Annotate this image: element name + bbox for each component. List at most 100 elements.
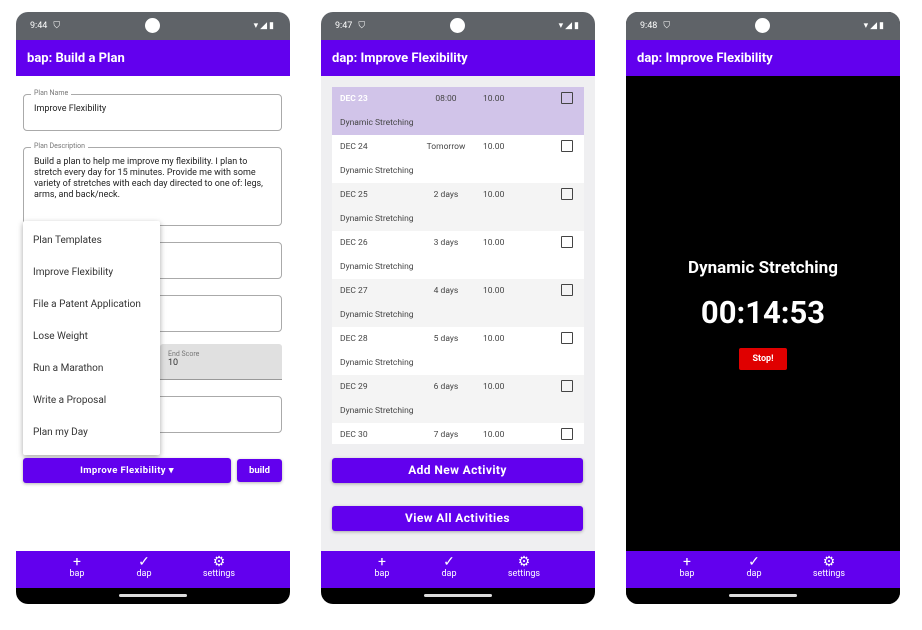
plan-description-label: Plan Description <box>31 142 88 150</box>
nav-settings[interactable]: ⚙ settings <box>799 555 859 579</box>
activity-date: DEC 25 <box>340 190 368 200</box>
bottom-nav: + bap ✓ dap ⚙ settings <box>16 551 290 588</box>
shield-icon: ⛉ <box>358 21 366 31</box>
activity-date: DEC 28 <box>340 334 368 344</box>
activity-row[interactable]: DEC 23 08:00 10.00 Dynamic Stretching <box>332 87 584 135</box>
activity-checkbox[interactable] <box>561 188 573 200</box>
template-dropdown-button[interactable]: Improve Flexibility ▾ <box>23 458 231 483</box>
activity-checkbox[interactable] <box>561 284 573 296</box>
activity-time: 5 days <box>433 334 459 344</box>
activity-score: 10.00 <box>483 142 505 152</box>
activity-name: Dynamic Stretching <box>340 214 414 224</box>
home-handle[interactable] <box>424 594 492 597</box>
plus-icon: + <box>73 554 81 570</box>
home-handle[interactable] <box>729 594 797 597</box>
activity-date: DEC 26 <box>340 238 368 248</box>
gear-icon: ⚙ <box>517 554 531 570</box>
shield-icon: ⛉ <box>663 21 671 31</box>
activity-time: 4 days <box>433 286 459 296</box>
gear-icon: ⚙ <box>822 554 836 570</box>
activity-time: 2 days <box>433 190 459 200</box>
status-bar: 9:47 ⛉ ▾◢▮ <box>321 12 595 40</box>
nav-settings[interactable]: ⚙ settings <box>189 555 249 579</box>
check-icon: ✓ <box>748 554 760 570</box>
app-bar-title: dap: Improve Flexibility <box>321 40 595 76</box>
end-score-label: End Score <box>168 350 200 358</box>
clock: 9:47 <box>335 21 353 31</box>
plan-templates-menu: Plan Templates Improve Flexibility File … <box>23 221 160 455</box>
nav-dap[interactable]: ✓ dap <box>419 555 479 579</box>
menu-item[interactable]: Plan Templates <box>23 225 160 257</box>
activity-row[interactable]: DEC 30 7 days 10.00 <box>332 423 584 444</box>
menu-item[interactable]: Improve Flexibility <box>23 257 160 289</box>
activity-row[interactable]: DEC 28 5 days 10.00 Dynamic Stretching <box>332 327 584 375</box>
activity-time: Tomorrow <box>426 142 466 152</box>
activity-row[interactable]: DEC 27 4 days 10.00 Dynamic Stretching <box>332 279 584 327</box>
activity-time: 08:00 <box>435 94 457 104</box>
system-nav <box>626 588 900 604</box>
activity-score: 10.00 <box>483 190 505 200</box>
activity-checkbox[interactable] <box>561 140 573 152</box>
nav-bap[interactable]: + bap <box>47 555 107 579</box>
check-icon: ✓ <box>138 554 150 570</box>
build-button[interactable]: build <box>237 459 282 482</box>
activity-name: Dynamic Stretching <box>340 358 414 368</box>
timer-countdown: 00:14:53 <box>700 294 826 331</box>
shield-icon: ⛉ <box>53 21 61 31</box>
activity-date: DEC 23 <box>340 94 368 104</box>
system-nav <box>321 588 595 604</box>
activity-time: 7 days <box>433 430 459 440</box>
activity-row[interactable]: DEC 26 3 days 10.00 Dynamic Stretching <box>332 231 584 279</box>
nav-settings[interactable]: ⚙ settings <box>494 555 554 579</box>
add-activity-button[interactable]: Add New Activity <box>332 458 583 483</box>
end-score-field[interactable]: End Score 10 <box>160 344 282 380</box>
gear-icon: ⚙ <box>212 554 226 570</box>
plan-description-value: Build a plan to help me improve my flexi… <box>34 157 263 200</box>
activity-name: Dynamic Stretching <box>340 262 414 272</box>
status-icons: ▾◢▮ <box>863 21 886 31</box>
activity-score: 10.00 <box>483 382 505 392</box>
activity-checkbox[interactable] <box>561 428 573 440</box>
menu-item[interactable]: Lose Weight <box>23 321 160 353</box>
nav-bap[interactable]: + bap <box>657 555 717 579</box>
activity-date: DEC 27 <box>340 286 368 296</box>
status-bar: 9:44 ⛉ ▾◢▮ <box>16 12 290 40</box>
activity-checkbox[interactable] <box>561 380 573 392</box>
activity-checkbox[interactable] <box>561 236 573 248</box>
end-score-value: 10 <box>168 358 179 368</box>
plan-name-value: Improve Flexibility <box>34 104 107 114</box>
activity-checkbox[interactable] <box>561 332 573 344</box>
activity-checkbox[interactable] <box>561 92 573 104</box>
activity-name: Dynamic Stretching <box>340 406 414 416</box>
activity-time: 3 days <box>433 238 459 248</box>
system-nav <box>16 588 290 604</box>
nav-dap[interactable]: ✓ dap <box>724 555 784 579</box>
plus-icon: + <box>683 554 691 570</box>
status-icons: ▾◢▮ <box>558 21 581 31</box>
menu-item[interactable]: Plan my Day <box>23 417 160 449</box>
plus-icon: + <box>378 554 386 570</box>
stop-button[interactable]: Stop! <box>739 348 787 370</box>
activity-date: DEC 29 <box>340 382 368 392</box>
nav-dap[interactable]: ✓ dap <box>114 555 174 579</box>
nav-bap[interactable]: + bap <box>352 555 412 579</box>
activity-name: Dynamic Stretching <box>340 166 414 176</box>
menu-item[interactable]: Write a Proposal <box>23 385 160 417</box>
home-handle[interactable] <box>119 594 187 597</box>
menu-item[interactable]: File a Patent Application <box>23 289 160 321</box>
activity-row[interactable]: DEC 24 Tomorrow 10.00 Dynamic Stretching <box>332 135 584 183</box>
activity-score: 10.00 <box>483 430 505 440</box>
activity-row[interactable]: DEC 29 6 days 10.00 Dynamic Stretching <box>332 375 584 423</box>
activity-name: Dynamic Stretching <box>340 118 414 128</box>
plan-description-field[interactable]: Plan Description Build a plan to help me … <box>23 142 282 226</box>
activity-date: DEC 30 <box>340 430 368 440</box>
activity-time: 6 days <box>433 382 459 392</box>
activity-row[interactable]: DEC 25 2 days 10.00 Dynamic Stretching <box>332 183 584 231</box>
view-all-activities-button[interactable]: View All Activities <box>332 506 583 531</box>
app-bar-title: bap: Build a Plan <box>16 40 290 76</box>
plan-name-field[interactable]: Plan Name Improve Flexibility <box>23 89 282 131</box>
phone-timer: 9:48 ⛉ ▾◢▮ dap: Improve Flexibility Dynami… <box>626 12 900 604</box>
bottom-nav: + bap ✓ dap ⚙ settings <box>321 551 595 588</box>
phone-build-plan: 9:44 ⛉ ▾◢▮ bap: Build a Plan Plan Name Impr… <box>16 12 290 604</box>
menu-item[interactable]: Run a Marathon <box>23 353 160 385</box>
